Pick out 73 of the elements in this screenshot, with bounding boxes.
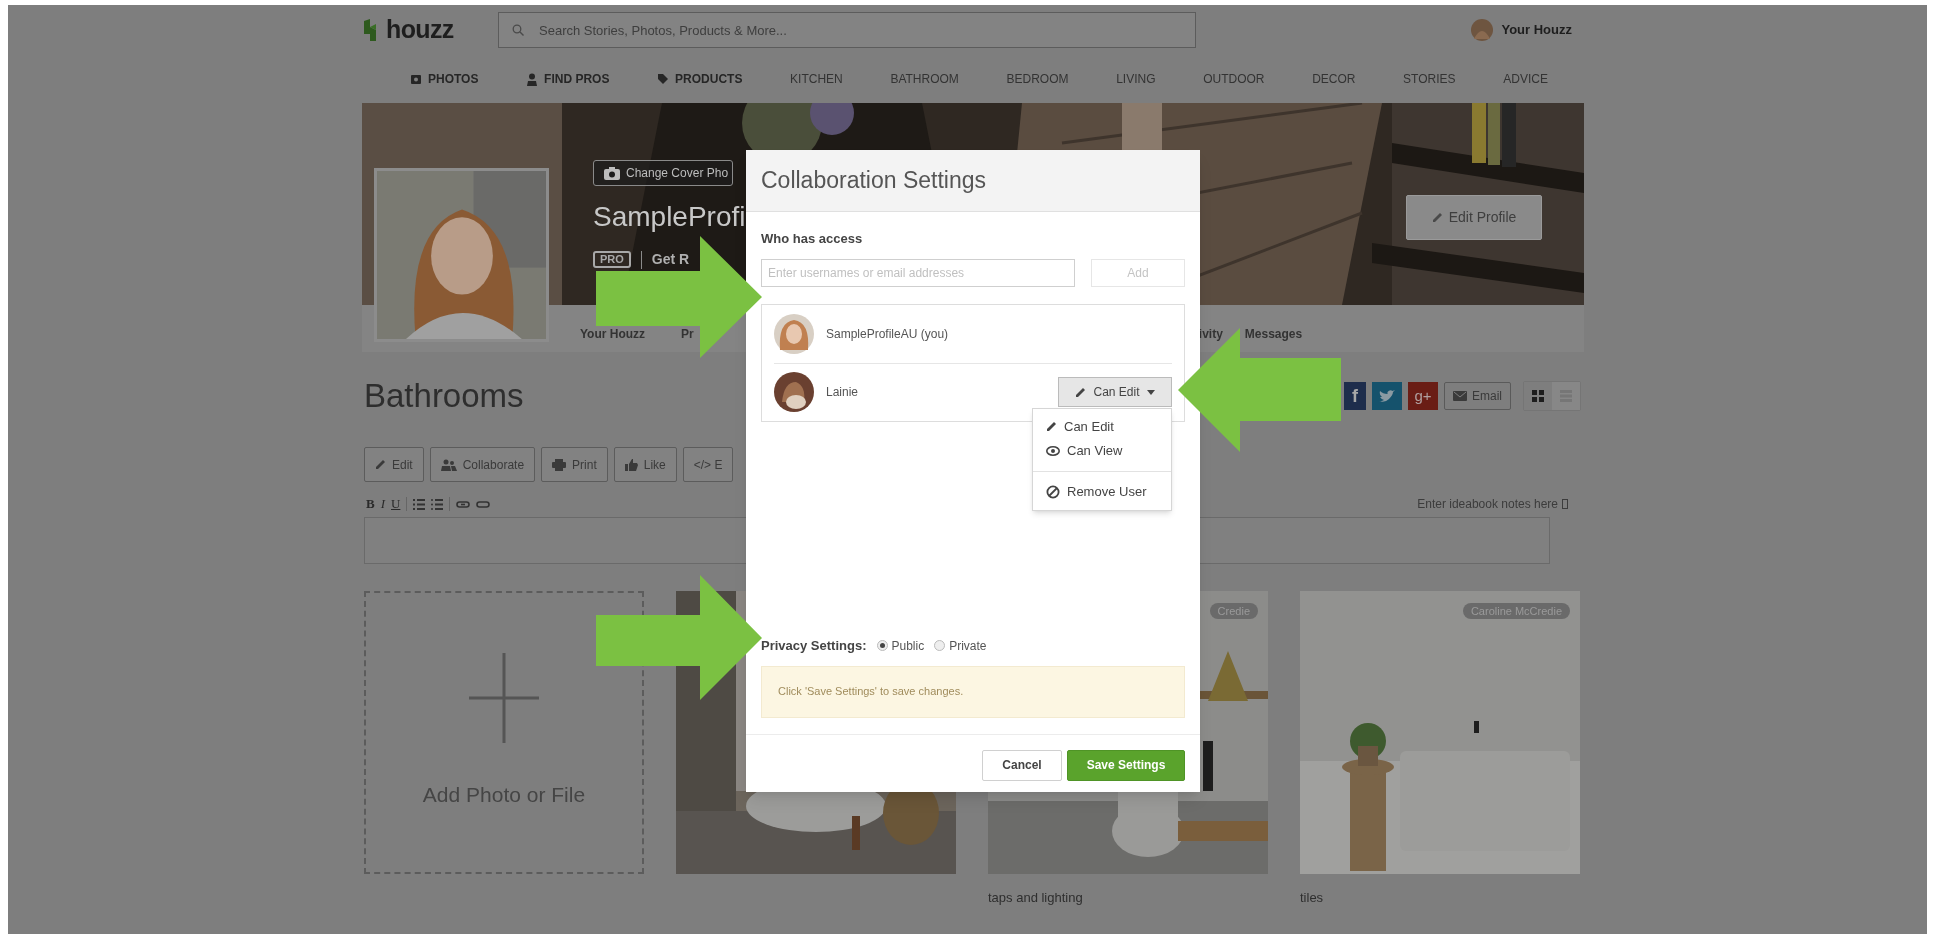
permission-dropdown[interactable]: Can Edit	[1058, 377, 1172, 407]
camera-icon	[410, 73, 422, 85]
envelope-icon	[1453, 391, 1467, 401]
nav-link[interactable]: KITCHEN	[790, 70, 843, 88]
twitter-button[interactable]	[1372, 382, 1402, 410]
numbered-list-icon[interactable]	[413, 498, 426, 510]
google-plus-button[interactable]: g+	[1408, 382, 1438, 410]
nav-link[interactable]: PRODUCTS	[657, 70, 743, 88]
tile-caption: tiles	[1300, 889, 1325, 907]
person-icon	[526, 72, 539, 86]
eye-icon	[1046, 445, 1060, 456]
unlink-icon[interactable]	[476, 500, 491, 508]
plus-icon	[469, 653, 539, 743]
ban-icon	[1046, 484, 1060, 499]
search-field[interactable]: Search Stories, Photos, Products & More...	[498, 12, 1196, 48]
pencil-icon	[375, 459, 386, 470]
profile-tab[interactable]: Pr	[681, 328, 694, 341]
thumbs-up-icon	[624, 458, 638, 471]
action-button[interactable]: </> E	[682, 447, 734, 482]
menu-item[interactable]: Can View	[1033, 438, 1171, 463]
action-button[interactable]: Print	[541, 447, 608, 482]
logo-text[interactable]: houzz	[386, 11, 454, 49]
format-button[interactable]: B	[366, 494, 375, 514]
nav-link[interactable]: PHOTOS	[410, 70, 479, 88]
profile-tab[interactable]: ivity	[1198, 328, 1223, 341]
ideabook-title: Bathrooms	[364, 376, 524, 417]
radio-button[interactable]	[934, 640, 946, 651]
printer-icon	[552, 458, 567, 471]
notice-message: Click 'Save Settings' to save changes.	[761, 665, 1185, 718]
grid-icon	[1532, 390, 1544, 402]
nav-link[interactable]: STORIES	[1403, 70, 1456, 88]
nav-link[interactable]: FIND PROS	[526, 70, 610, 88]
nav-link[interactable]: ADVICE	[1503, 70, 1548, 88]
avatar	[774, 313, 814, 354]
account-link[interactable]: Your Houzz	[1501, 20, 1572, 40]
pencil-icon	[1046, 421, 1057, 432]
privacy-radio[interactable]: Private	[934, 636, 987, 655]
bullet-list-icon[interactable]	[431, 498, 444, 510]
menu-item[interactable]: Remove User	[1033, 479, 1171, 504]
format-button[interactable]: I	[380, 494, 385, 514]
nav-link[interactable]: LIVING	[1116, 70, 1156, 88]
nav-link[interactable]: OUTDOOR	[1203, 70, 1265, 88]
tile-caption: taps and lighting	[988, 889, 1084, 907]
member-name: Lainie	[826, 384, 859, 401]
format-button[interactable]: U	[391, 494, 401, 514]
avatar	[1471, 19, 1494, 41]
avatar	[774, 372, 814, 412]
pencil-icon	[1075, 386, 1087, 398]
bird-icon	[1379, 389, 1395, 403]
menu-item[interactable]: Can Edit	[1033, 414, 1171, 439]
email-button[interactable]: Email	[1444, 382, 1511, 410]
action-button[interactable]: Edit	[364, 447, 424, 482]
save-button[interactable]: Save Settings	[1067, 749, 1185, 781]
people-icon	[440, 458, 457, 471]
facebook-button[interactable]: f	[1344, 382, 1366, 410]
action-button[interactable]: Collaborate	[429, 447, 536, 482]
nav-link[interactable]: BATHROOM	[890, 70, 959, 88]
cancel-button[interactable]: Cancel	[982, 749, 1062, 781]
profile-tab[interactable]: Messages	[1244, 328, 1303, 341]
radio-button[interactable]	[876, 640, 888, 651]
nav-link[interactable]: DECOR	[1312, 70, 1356, 88]
privacy-label: Privacy Settings:	[761, 636, 867, 655]
link-icon[interactable]	[456, 500, 471, 508]
action-button[interactable]: Like	[613, 447, 677, 482]
privacy-radio[interactable]: Public	[876, 636, 925, 655]
member-name: SampleProfileAU (you)	[826, 325, 949, 343]
profile-tab[interactable]: Your Houzz	[580, 328, 646, 341]
caret-icon	[1146, 389, 1155, 395]
search-icon	[512, 24, 524, 36]
tag-icon	[657, 73, 670, 85]
nav-link[interactable]: BEDROOM	[1006, 70, 1069, 88]
note-icon	[1562, 499, 1568, 509]
notes-hint: Enter ideabook notes here	[1417, 496, 1558, 513]
